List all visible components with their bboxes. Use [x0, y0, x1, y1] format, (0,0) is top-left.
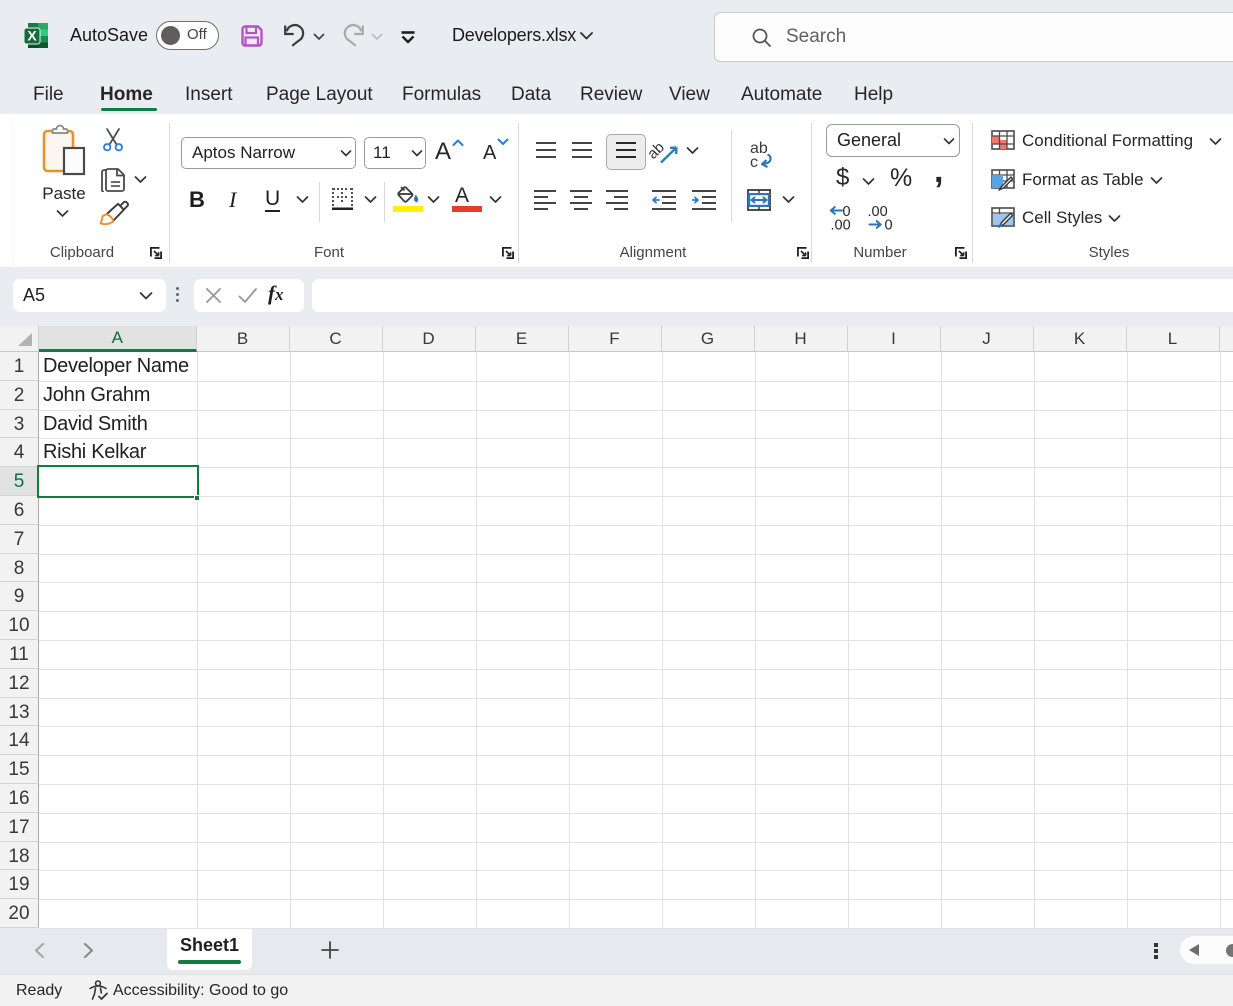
svg-text:.00: .00 — [831, 218, 851, 232]
svg-text:c: c — [750, 154, 758, 168]
svg-text:0: 0 — [885, 218, 893, 232]
svg-text:X: X — [27, 28, 37, 44]
